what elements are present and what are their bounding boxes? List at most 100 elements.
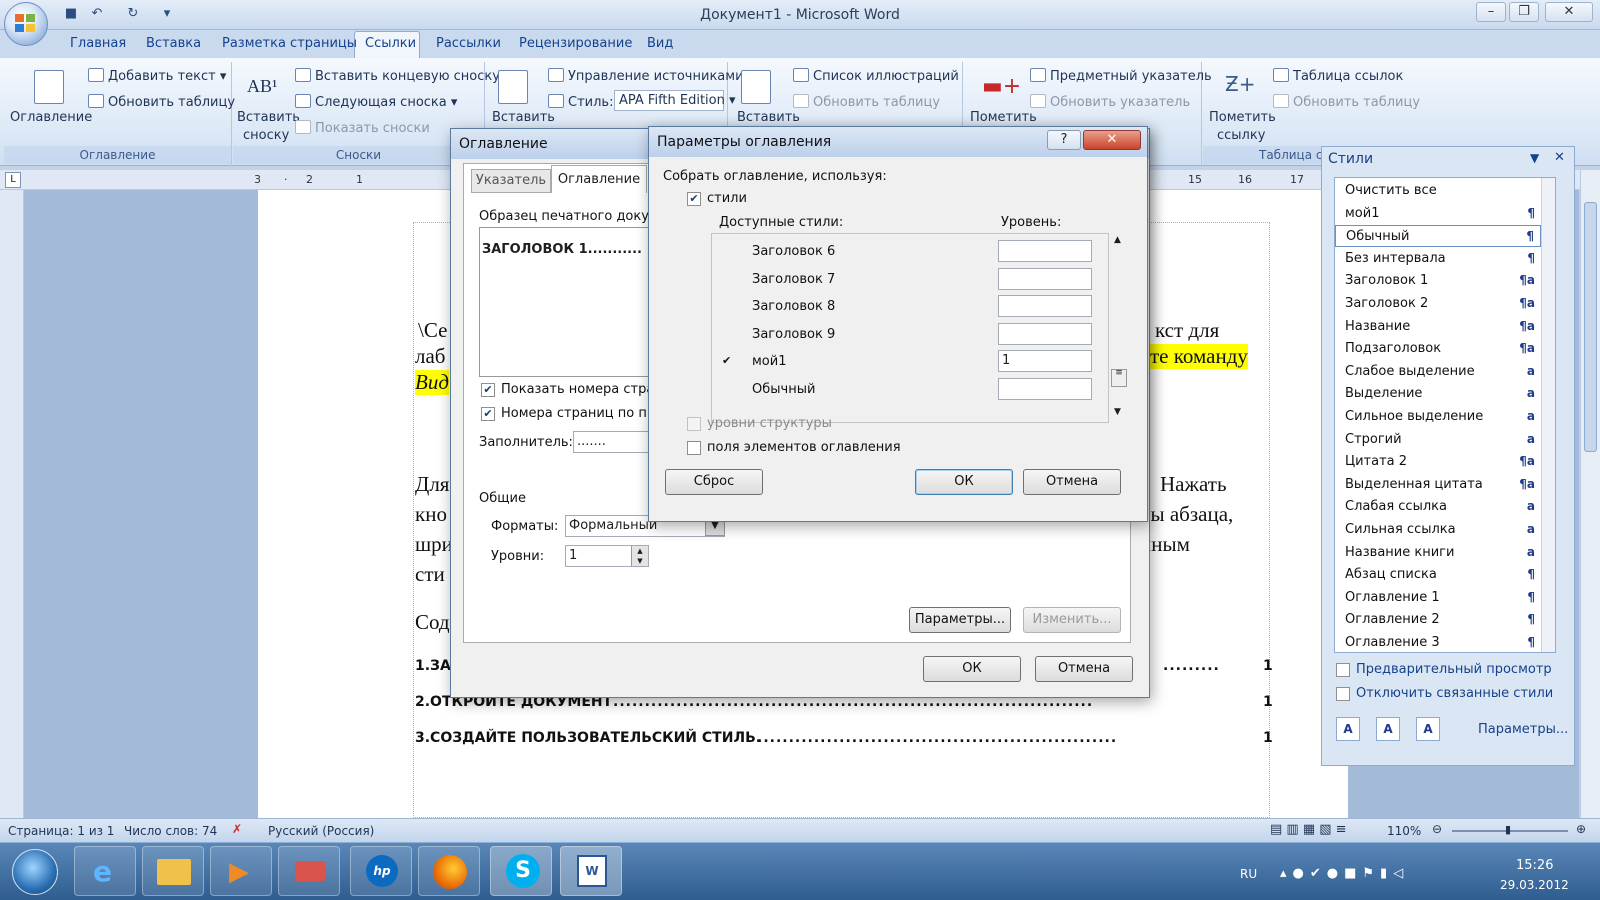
taskbar-media-icon[interactable]: ▶ [210,846,272,896]
toc-cancel-button[interactable]: Отмена [1035,656,1133,682]
manage-sources-button[interactable]: Управление источниками [548,68,744,84]
vertical-scrollbar[interactable] [1580,170,1600,818]
styles-scrollbar[interactable] [1541,178,1555,652]
subject-index-button[interactable]: Предметный указатель [1030,68,1212,84]
insert-endnote-button[interactable]: Вставить концевую сноску [295,68,500,84]
filler-select[interactable]: ....... [573,431,649,453]
close-window-button[interactable]: ✕ [1545,2,1593,22]
styles-checkbox[interactable]: ✔ [687,192,701,206]
zoom-out-icon[interactable]: ⊖ [1432,822,1442,836]
toc-button[interactable]: Оглавление [10,110,92,125]
taskbar-hp-icon[interactable]: hp [350,846,412,896]
taskbar-app-icon[interactable] [278,846,340,896]
word-count[interactable]: Число слов: 74 [124,824,217,838]
start-button[interactable] [12,849,58,895]
zoom-level[interactable]: 110% [1387,824,1421,838]
style-item[interactable]: Строгий a [1335,429,1541,451]
style-item[interactable]: Абзац списка ¶ [1335,564,1541,586]
taskbar-ie-icon[interactable]: e [74,846,136,896]
close-pane-icon[interactable]: ✕ [1554,150,1565,165]
update-illustrations-button[interactable]: Обновить таблицу [793,94,940,110]
style-item[interactable]: Название книги a [1335,542,1541,564]
tab-insert[interactable]: Вставка [146,36,201,51]
update-table-button[interactable]: Обновить таблицу [88,94,235,110]
tab-index[interactable]: Указатель [471,169,551,193]
zoom-thumb[interactable]: ▮ [1505,823,1511,836]
style-inspector-icon[interactable]: A [1376,717,1400,741]
tab-home[interactable]: Главная [70,36,126,51]
style-item[interactable]: Цитата 2 ¶a [1335,451,1541,473]
style-item[interactable]: Оглавление 3 ¶ [1335,632,1541,654]
vertical-ruler[interactable] [0,190,24,818]
outline-levels-checkbox[interactable] [687,417,701,431]
toc-ok-button[interactable]: ОК [923,656,1021,682]
list-illustrations-button[interactable]: Список иллюстраций [793,68,959,84]
restore-button[interactable]: ❐ [1509,2,1539,22]
show-notes-button[interactable]: Показать сноски [295,120,430,136]
pane-menu-icon[interactable]: ▼ [1530,151,1539,165]
minimize-button[interactable]: – [1476,2,1506,22]
taskbar-explorer-icon[interactable] [142,846,204,896]
manage-styles-icon[interactable]: A [1416,717,1440,741]
level-input[interactable] [998,295,1092,317]
next-footnote-button[interactable]: Следующая сноска ▾ [295,94,457,110]
taskbar-firefox-icon[interactable] [418,846,480,896]
style-item[interactable]: Обычный ¶ [1335,225,1541,248]
style-item[interactable]: Слабое выделение a [1335,361,1541,383]
style-item[interactable]: Очистить все [1335,180,1541,202]
input-language[interactable]: RU [1240,867,1257,881]
style-item[interactable]: мой1 ¶ [1335,203,1541,225]
zoom-in-icon[interactable]: ⊕ [1576,822,1586,836]
style-item[interactable]: Заголовок 2 ¶a [1335,293,1541,315]
taskbar-skype-icon[interactable]: S [490,846,552,896]
close-dialog-button[interactable]: ✕ [1083,130,1141,150]
scroll-thumb[interactable]: ≡ [1111,369,1127,387]
params-cancel-button[interactable]: Отмена [1023,469,1121,495]
level-input[interactable] [998,267,1092,290]
style-item[interactable]: Заголовок 1 ¶a [1335,270,1541,292]
disable-linked-checkbox[interactable] [1336,687,1350,701]
tab-references[interactable]: Ссылки [365,36,416,51]
modify-button[interactable]: Изменить... [1023,607,1121,633]
insert-caption-button[interactable]: Вставить [737,110,800,125]
help-button[interactable]: ? [1047,130,1081,150]
tab-page-layout[interactable]: Разметка страницы [222,36,357,51]
level-input[interactable] [998,322,1092,345]
style-item[interactable]: Название ¶a [1335,316,1541,338]
spinner-arrows-icon[interactable]: ▲ ▼ [631,546,648,566]
style-item[interactable]: Оглавление 2 ¶ [1335,609,1541,631]
proofing-icon[interactable]: ✗ [232,822,242,836]
mark-entry-button[interactable]: Пометить [970,110,1037,125]
update-toa-button[interactable]: Обновить таблицу [1273,94,1420,110]
level-input[interactable]: 1 [998,350,1092,372]
language[interactable]: Русский (Россия) [268,824,374,838]
style-item[interactable]: Слабая ссылка a [1335,496,1541,518]
right-align-checkbox[interactable]: ✔ [481,407,495,421]
style-item[interactable]: Выделение a [1335,383,1541,405]
preview-checkbox[interactable] [1336,663,1350,677]
show-page-numbers-checkbox[interactable]: ✔ [481,383,495,397]
tab-view[interactable]: Вид [647,36,673,51]
reset-button[interactable]: Сброс [665,469,763,495]
insert-footnote-button[interactable]: Вставить [237,110,300,125]
tab-selector-icon[interactable]: L [5,172,21,188]
new-style-icon[interactable]: A [1336,717,1360,741]
tray-icons[interactable]: ▴●✔●■⚑▮◁ [1280,866,1409,881]
style-item[interactable]: Подзаголовок ¶a [1335,338,1541,360]
styles-params-link[interactable]: Параметры... [1478,722,1568,737]
style-item[interactable]: Выделенная цитата ¶a [1335,474,1541,496]
scroll-thumb[interactable] [1584,202,1597,452]
params-ok-button[interactable]: ОК [915,469,1013,495]
level-input[interactable] [998,240,1092,262]
tab-mailings[interactable]: Рассылки [436,36,501,51]
style-item[interactable]: Сильное выделение a [1335,406,1541,428]
scroll-up-icon[interactable]: ▲ [1114,235,1121,245]
style-item[interactable]: Без интервала ¶ [1335,248,1541,270]
toc-fields-checkbox[interactable] [687,441,701,455]
table-of-links-button[interactable]: Таблица ссылок [1273,68,1403,84]
params-scrollbar[interactable]: ▲ ≡ ▼ [1111,233,1129,423]
style-item[interactable]: Оглавление 1 ¶ [1335,587,1541,609]
tab-toc[interactable]: Оглавление [551,165,647,193]
citation-style-select[interactable]: APA Fifth Edition ▾ [614,90,736,111]
view-buttons-icon[interactable]: ▤ ▥ ▦ ▧ ≡ [1270,822,1347,837]
